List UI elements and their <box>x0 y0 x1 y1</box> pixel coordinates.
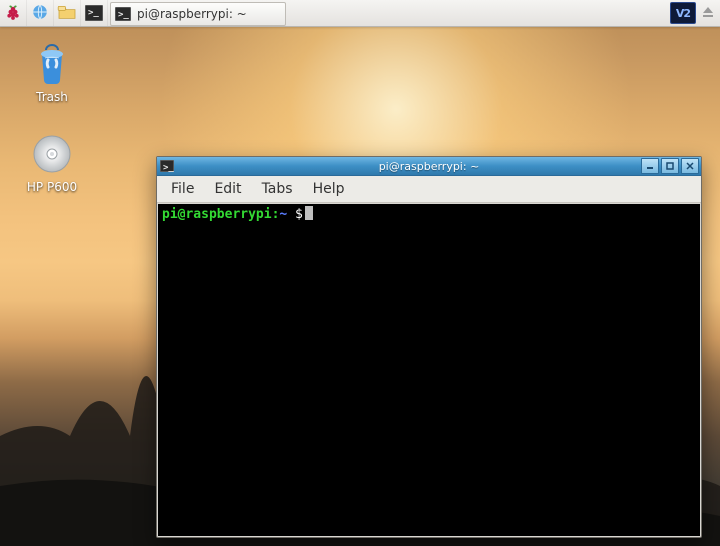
desktop-icon-disc[interactable]: HP P600 <box>12 130 92 194</box>
terminal-launcher-button[interactable] <box>81 0 108 26</box>
prompt-dollar: $ <box>287 207 303 222</box>
taskbar-entry-label: pi@raspberrypi: ~ <box>137 7 247 21</box>
browser-button[interactable] <box>27 0 54 26</box>
taskbar-spacer <box>288 0 670 26</box>
menu-edit[interactable]: Edit <box>204 178 251 200</box>
trash-icon <box>28 40 76 88</box>
window-close-button[interactable] <box>681 158 699 174</box>
close-icon <box>686 160 694 173</box>
desktop-icon-label: Trash <box>12 90 92 104</box>
eject-tray-button[interactable] <box>700 5 716 21</box>
prompt-user: pi@raspberrypi <box>162 207 272 222</box>
globe-icon <box>31 3 49 24</box>
taskbar-entry-terminal[interactable]: pi@raspberrypi: ~ <box>110 2 286 26</box>
menu-tabs[interactable]: Tabs <box>252 178 303 200</box>
window-titlebar[interactable]: pi@raspberrypi: ~ <box>157 157 701 176</box>
minimize-icon <box>646 160 654 173</box>
menu-help[interactable]: Help <box>303 178 355 200</box>
system-tray: V2 <box>670 0 720 26</box>
desktop-icon-trash[interactable]: Trash <box>12 40 92 104</box>
terminal-icon <box>115 7 131 21</box>
folder-icon <box>57 4 77 23</box>
terminal-body[interactable]: pi@raspberrypi:~ $ <box>158 204 700 536</box>
disc-icon <box>28 130 76 178</box>
menu-file[interactable]: File <box>161 178 204 200</box>
file-manager-button[interactable] <box>54 0 81 26</box>
eject-icon <box>701 5 715 22</box>
terminal-cursor <box>305 206 313 220</box>
terminal-icon <box>159 158 175 174</box>
menu-button[interactable] <box>0 0 27 26</box>
terminal-icon <box>85 5 103 21</box>
terminal-menubar: File Edit Tabs Help <box>157 176 701 203</box>
window-maximize-button[interactable] <box>661 158 679 174</box>
raspberry-icon <box>4 3 22 24</box>
desktop-icon-label: HP P600 <box>12 180 92 194</box>
terminal-window: pi@raspberrypi: ~ File Edit Tabs Help pi… <box>156 156 702 538</box>
window-title: pi@raspberrypi: ~ <box>157 160 701 173</box>
maximize-icon <box>666 160 674 173</box>
vnc-tray-icon[interactable]: V2 <box>670 2 696 24</box>
taskbar: pi@raspberrypi: ~ V2 <box>0 0 720 27</box>
window-minimize-button[interactable] <box>641 158 659 174</box>
